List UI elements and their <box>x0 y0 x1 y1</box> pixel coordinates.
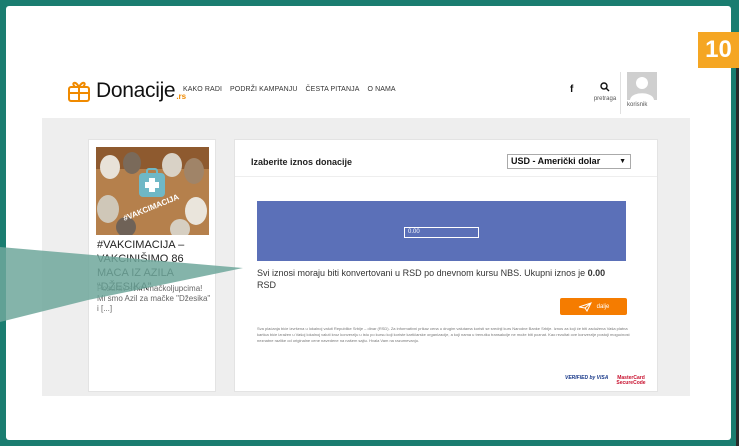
amount-box: 0.00 <box>257 201 626 261</box>
campaign-image[interactable]: #VAKCIMACIJA <box>96 147 209 235</box>
step-badge: 10 <box>698 32 739 68</box>
mastercard-securecode-logo: MasterCard SecureCode <box>616 375 646 386</box>
cats-photo-icon: #VAKCIMACIJA <box>96 147 209 235</box>
logo-text: Donacije <box>96 79 176 102</box>
note-total: 0.00 <box>587 268 606 278</box>
nav-item-o-nama[interactable]: O NAMA <box>367 86 395 93</box>
search-button[interactable]: pretraga <box>591 82 619 102</box>
user-menu[interactable]: korisnik <box>620 72 666 114</box>
next-button[interactable]: dalje <box>560 298 627 315</box>
search-icon <box>600 82 610 92</box>
fine-print: Sva plaćanja biće izvršena u lokalnoj va… <box>257 326 630 343</box>
site-header: Donacije .rs KAKO RADI PODRŽI KAMPANJU Č… <box>58 68 678 116</box>
note-text: Svi iznosi moraju biti konvertovani u RS… <box>257 268 588 278</box>
next-label: dalje <box>596 303 610 310</box>
nav-item-podrzi-kampanju[interactable]: PODRŽI KAMPANJU <box>230 86 298 93</box>
facebook-icon[interactable]: f <box>570 84 573 95</box>
nav-item-kako-radi[interactable]: KAKO RADI <box>183 86 222 93</box>
note-currency: RSD <box>257 280 277 290</box>
conversion-note: Svi iznosi moraju biti konvertovani u RS… <box>257 267 635 291</box>
donation-title: Izaberite iznos donacije <box>251 157 353 167</box>
campaign-card[interactable]: #VAKCIMACIJA #VAKCIMACIJA – VAKCINIŠIMO … <box>88 139 216 392</box>
panel-divider <box>235 176 657 177</box>
paper-plane-icon <box>578 301 592 312</box>
user-icon <box>630 77 654 100</box>
campaign-description: Pozdrav svim mačkoljupcima! Mi smo Azil … <box>97 284 211 313</box>
search-label: pretraga <box>593 96 617 102</box>
chevron-down-icon: ▼ <box>619 158 626 165</box>
currency-value: USD - Američki dolar <box>511 156 601 166</box>
nav-item-cesta-pitanja[interactable]: ČESTA PITANJA <box>306 86 360 93</box>
currency-select[interactable]: USD - Američki dolar ▼ <box>507 154 631 169</box>
gift-icon <box>68 81 90 102</box>
user-label: korisnik <box>627 102 648 108</box>
main-nav: KAKO RADI PODRŽI KAMPANJU ČESTA PITANJA … <box>183 86 396 93</box>
site-logo[interactable]: Donacije .rs <box>66 76 186 106</box>
verified-by-visa-logo: VERIFIED by VISA <box>565 375 609 381</box>
amount-input[interactable]: 0.00 <box>404 227 479 238</box>
avatar <box>627 72 657 100</box>
donation-panel: Izaberite iznos donacije USD - Američki … <box>234 139 658 392</box>
